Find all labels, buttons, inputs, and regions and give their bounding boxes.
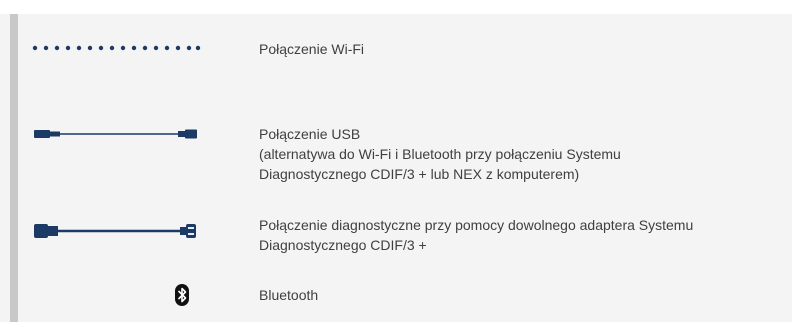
diagnostic-cable-icon [32, 222, 202, 240]
legend-text-diagnostic: Połączenie diagnostyczne przy pomocy dow… [259, 215, 792, 255]
legend-line: Połączenie diagnostyczne przy pomocy dow… [259, 217, 694, 233]
legend-text-bluetooth: Bluetooth [259, 285, 792, 305]
legend-line: Bluetooth [259, 287, 319, 303]
legend-line: Połączenie USB [259, 126, 361, 142]
legend-line: Połączenie Wi-Fi [259, 41, 365, 57]
bluetooth-icon [32, 283, 202, 307]
legend-line: Diagnostycznego CDIF/3 + lub NEX z kompu… [259, 166, 580, 182]
legend-text-wifi: Połączenie Wi-Fi [259, 39, 792, 59]
legend-line: Diagnostycznego CDIF/3 + [259, 237, 427, 253]
wifi-dotted-line-icon [32, 44, 202, 52]
legend-line: (alternatywa do Wi-Fi i Bluetooth przy p… [259, 146, 621, 162]
legend-text-usb: Połączenie USB (alternatywa do Wi-Fi i B… [259, 124, 792, 184]
panel-accent-bar [10, 14, 18, 322]
usb-cable-icon [32, 128, 202, 140]
